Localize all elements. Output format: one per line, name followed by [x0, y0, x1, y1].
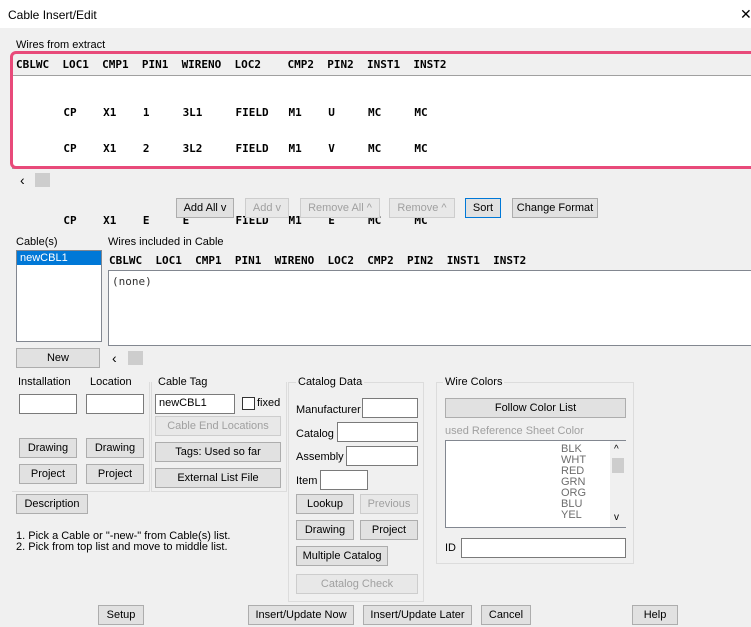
installation-project-button[interactable]: Project	[19, 464, 77, 484]
help-button[interactable]: Help	[632, 605, 678, 625]
multiple-catalog-button[interactable]: Multiple Catalog	[296, 546, 388, 566]
scroll-thumb[interactable]	[35, 173, 50, 187]
list-item[interactable]: newCBL1	[17, 251, 101, 265]
list-item[interactable]: YEL	[561, 510, 586, 521]
installation-input[interactable]	[19, 394, 77, 414]
scroll-thumb[interactable]	[128, 351, 143, 365]
scroll-up-icon[interactable]: ^	[614, 444, 619, 455]
add-button[interactable]: Add v	[245, 198, 289, 218]
id-label: ID	[445, 542, 456, 554]
scroll-left-icon[interactable]: ‹	[20, 172, 25, 188]
catalog-input[interactable]	[337, 422, 418, 442]
manufacturer-input[interactable]	[362, 398, 418, 418]
scroll-thumb[interactable]	[612, 458, 624, 473]
empty-text: (none)	[112, 275, 152, 288]
color-columns-header: used Reference Sheet Color	[445, 425, 584, 437]
color-list[interactable]: BLK WHT RED GRN ORG BLU YEL ^ v	[445, 440, 626, 528]
description-button[interactable]: Description	[16, 494, 88, 514]
assembly-input[interactable]	[346, 446, 418, 466]
included-header: CBLWC LOC1 CMP1 PIN1 WIRENO LOC2 CMP2 PI…	[109, 254, 527, 267]
cable-end-locations-button[interactable]: Cable End Locations	[155, 416, 281, 436]
catalog-field-label: Catalog	[296, 428, 334, 440]
instruction-2: 2. Pick from top list and move to middle…	[16, 541, 228, 553]
fixed-checkbox[interactable]	[242, 397, 255, 410]
item-input[interactable]	[320, 470, 368, 490]
close-icon[interactable]: ✕	[740, 6, 751, 23]
title-bar: Cable Insert/Edit ✕	[0, 0, 751, 28]
installation-label: Installation	[18, 376, 71, 388]
external-list-button[interactable]: External List File	[155, 468, 281, 488]
extract-rows: CP X1 1 3L1 FIELD M1 U MC MC CP X1 2 3L2…	[17, 83, 427, 251]
id-input[interactable]	[461, 538, 626, 558]
extract-wire-list[interactable]: CP X1 1 3L1 FIELD M1 U MC MC CP X1 2 3L2…	[12, 75, 751, 227]
insert-update-later-button[interactable]: Insert/Update Later	[363, 605, 472, 625]
cable-list[interactable]: newCBL1	[16, 250, 102, 342]
color-vscrollbar[interactable]: ^ v	[610, 441, 626, 527]
extract-hscrollbar[interactable]: ‹	[12, 172, 751, 189]
included-wire-list[interactable]: (none)	[108, 270, 751, 346]
setup-button[interactable]: Setup	[98, 605, 144, 625]
extract-header: CBLWC LOC1 CMP1 PIN1 WIRENO LOC2 CMP2 PI…	[16, 58, 447, 71]
catalog-label: Catalog Data	[296, 376, 365, 388]
item-label: Item	[296, 475, 318, 487]
change-format-button[interactable]: Change Format	[512, 198, 598, 218]
sort-button[interactable]: Sort	[465, 198, 501, 218]
remove-button[interactable]: Remove ^	[389, 198, 455, 218]
follow-color-list-button[interactable]: Follow Color List	[445, 398, 626, 418]
assembly-label: Assembly	[296, 451, 344, 463]
insert-update-now-button[interactable]: Insert/Update Now	[248, 605, 354, 625]
location-project-button[interactable]: Project	[86, 464, 144, 484]
catalog-project-button[interactable]: Project	[360, 520, 418, 540]
list-item[interactable]: CP X1 1 3L1 FIELD M1 U MC MC	[17, 107, 427, 119]
included-label: Wires included in Cable	[108, 236, 224, 248]
previous-button[interactable]: Previous	[360, 494, 418, 514]
cancel-button[interactable]: Cancel	[481, 605, 531, 625]
extract-label: Wires from extract	[16, 39, 106, 51]
catalog-drawing-button[interactable]: Drawing	[296, 520, 354, 540]
list-item[interactable]: CP X1 2 3L2 FIELD M1 V MC MC	[17, 143, 427, 155]
location-input[interactable]	[86, 394, 144, 414]
new-cable-button[interactable]: New	[16, 348, 100, 368]
manufacturer-label: Manufacturer	[296, 404, 361, 416]
catalog-check-button[interactable]: Catalog Check	[296, 574, 418, 594]
tags-used-button[interactable]: Tags: Used so far	[155, 442, 281, 462]
wire-colors-label: Wire Colors	[443, 376, 505, 388]
location-drawing-button[interactable]: Drawing	[86, 438, 144, 458]
fixed-label: fixed	[257, 397, 281, 409]
cable-tag-label: Cable Tag	[158, 376, 208, 388]
add-all-button[interactable]: Add All v	[176, 198, 234, 218]
included-hscrollbar[interactable]: ‹	[108, 350, 751, 367]
lookup-button[interactable]: Lookup	[296, 494, 354, 514]
installation-drawing-button[interactable]: Drawing	[19, 438, 77, 458]
scroll-left-icon[interactable]: ‹	[112, 350, 117, 366]
remove-all-button[interactable]: Remove All ^	[300, 198, 380, 218]
cables-label: Cable(s)	[16, 236, 58, 248]
scroll-down-icon[interactable]: v	[614, 512, 619, 523]
window-title: Cable Insert/Edit	[8, 8, 97, 22]
cable-tag-input[interactable]: newCBL1	[155, 394, 235, 414]
location-label: Location	[90, 376, 132, 388]
